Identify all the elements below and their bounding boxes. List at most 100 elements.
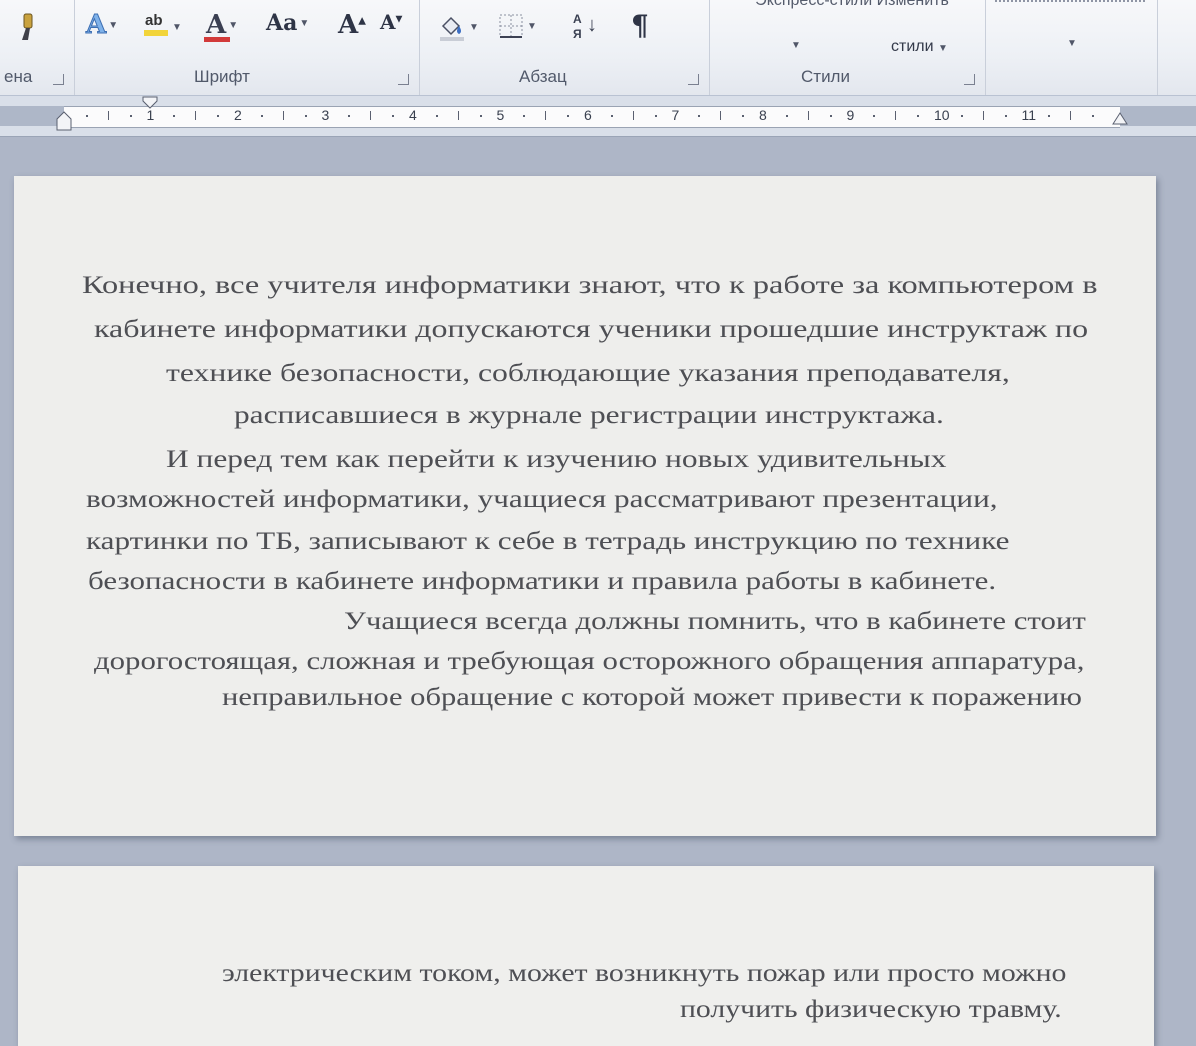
ruler-tick bbox=[545, 111, 547, 120]
ruler-dot bbox=[348, 115, 351, 117]
highlight-color-button[interactable]: ab ▼ bbox=[142, 12, 182, 42]
font-color-button[interactable]: A ▼ bbox=[204, 12, 239, 42]
ruler-tick bbox=[1070, 111, 1072, 120]
clipboard-dialog-launcher-icon[interactable] bbox=[53, 74, 64, 85]
grow-font-button[interactable]: A▲ bbox=[338, 12, 366, 38]
grow-font-icon: A▲ bbox=[338, 10, 366, 40]
format-painter-button[interactable] bbox=[12, 12, 42, 42]
change-styles-label: стили bbox=[891, 38, 934, 55]
quick-styles-button-label[interactable]: Экспресс-стили Изменить bbox=[699, 0, 1005, 10]
ruler-number: 7 bbox=[671, 107, 680, 123]
borders-button[interactable]: ▼ bbox=[497, 12, 537, 40]
first-line-indent-marker-icon[interactable] bbox=[141, 96, 159, 110]
ruler-dot bbox=[610, 115, 613, 117]
ruler-number: 2 bbox=[234, 107, 242, 123]
font-color-icon: A bbox=[204, 12, 230, 42]
paragraph-dialog-launcher-icon[interactable] bbox=[688, 74, 699, 85]
ruler-dot bbox=[435, 115, 438, 117]
ruler-dot bbox=[1092, 115, 1095, 117]
ruler-number: 3 bbox=[321, 107, 330, 123]
ruler-dot bbox=[173, 115, 176, 117]
ruler-dot bbox=[960, 115, 963, 117]
font-group: A ▼ ab ▼ A ▼ Aa ▼ A▲ A▼ Шрифт bbox=[74, 0, 420, 95]
document-text-line: расписавшиеся в журнале регистрации инст… bbox=[234, 402, 944, 429]
ruler-tick bbox=[807, 111, 809, 120]
document-text-line: получить физическую травму. bbox=[680, 996, 1062, 1023]
left-indent-marker-icon[interactable] bbox=[55, 110, 73, 132]
styles-group-label: Стили bbox=[801, 67, 850, 86]
document-text-line: безопасности в кабинете информатики и пр… bbox=[88, 568, 997, 595]
ruler-dot bbox=[129, 115, 132, 117]
clipboard-group: ена bbox=[0, 0, 75, 95]
document-text-line: возможностей информатики, учащиеся рассм… bbox=[86, 486, 998, 513]
ruler-dot bbox=[217, 115, 220, 117]
ruler-tick bbox=[982, 111, 984, 120]
paragraph-group: ▼ ▼ А Я ↓ ¶ Абзац bbox=[419, 0, 710, 95]
pilcrow-icon: ¶ bbox=[631, 9, 649, 42]
chevron-down-icon: ▼ bbox=[172, 21, 182, 33]
chevron-down-icon: ▼ bbox=[108, 19, 119, 31]
document-text-line: дорогостоящая, сложная и требующая остор… bbox=[94, 648, 1085, 675]
ruler-dot bbox=[742, 115, 745, 117]
ruler-dot bbox=[654, 115, 657, 117]
chevron-down-icon: ▼ bbox=[228, 19, 239, 31]
text-effects-icon: A bbox=[85, 10, 107, 40]
ruler-number: 9 bbox=[846, 107, 855, 123]
ruler-dot bbox=[479, 115, 482, 117]
ruler-dot bbox=[698, 115, 701, 117]
change-case-icon: Aa bbox=[266, 10, 298, 36]
ruler-tick bbox=[195, 111, 197, 120]
document-page-1[interactable]: Конечно, все учителя информатики знают, … bbox=[14, 176, 1156, 836]
ruler-text-area bbox=[64, 106, 1120, 128]
ruler-dot bbox=[1048, 115, 1051, 117]
styles-group: Экспресс-стили Изменить ▼ стили ▼ Стили bbox=[709, 0, 986, 95]
shrink-font-button[interactable]: A▼ bbox=[380, 12, 402, 32]
ruler-number: 11 bbox=[1021, 107, 1037, 123]
sort-icon: А Я ↓ bbox=[573, 12, 597, 41]
ruler-number: 6 bbox=[584, 107, 592, 123]
show-formatting-button[interactable]: ¶ bbox=[631, 12, 649, 40]
ruler-dot bbox=[260, 115, 263, 117]
change-styles-button[interactable]: стили ▼ bbox=[891, 38, 948, 56]
ruler-dot bbox=[829, 115, 832, 117]
quick-styles-chevron-down-icon[interactable]: ▼ bbox=[791, 40, 801, 51]
ruler-dot bbox=[392, 115, 395, 117]
document-text-line: Учащиеся всегда должны помнить, что в ка… bbox=[344, 608, 1086, 635]
editing-group: ▼ bbox=[985, 0, 1158, 95]
document-text-line: И перед тем как перейти к изучению новых… bbox=[166, 446, 947, 473]
borders-icon bbox=[499, 14, 523, 38]
ruler-number: 4 bbox=[409, 107, 417, 123]
shading-button[interactable]: ▼ bbox=[437, 12, 479, 42]
editing-chevron-down-icon[interactable]: ▼ bbox=[1067, 38, 1077, 49]
ruler-tick bbox=[282, 111, 284, 120]
font-group-label: Шрифт bbox=[194, 67, 250, 86]
ribbon: ена A ▼ ab ▼ A ▼ Aa ▼ A▲ A▼ Шрифт ▼ ▼ А … bbox=[0, 0, 1196, 96]
ruler-dot bbox=[85, 115, 88, 117]
ruler-tick bbox=[370, 111, 372, 120]
ruler-dot bbox=[873, 115, 876, 117]
chevron-down-icon: ▼ bbox=[938, 43, 948, 54]
ruler-number: 8 bbox=[759, 107, 767, 123]
change-case-button[interactable]: Aa ▼ bbox=[266, 12, 309, 34]
format-painter-icon bbox=[22, 13, 33, 40]
ruler-dot bbox=[917, 115, 920, 117]
sort-button[interactable]: А Я ↓ bbox=[571, 12, 601, 44]
highlight-icon: ab bbox=[142, 12, 170, 42]
document-text-line: картинки по ТБ, записывают к себе в тетр… bbox=[86, 528, 1010, 555]
document-text-line: кабинете информатики допускаются ученики… bbox=[94, 316, 1089, 343]
document-text-line: Конечно, все учителя информатики знают, … bbox=[82, 272, 1098, 299]
right-indent-marker-icon[interactable] bbox=[1111, 110, 1129, 126]
editing-top-decor bbox=[995, 0, 1145, 6]
document-text-line: технике безопасности, соблюдающие указан… bbox=[166, 360, 1010, 387]
ruler-tick bbox=[107, 111, 109, 120]
document-page-2[interactable]: электрическим током, может возникнуть по… bbox=[18, 866, 1154, 1046]
ruler-dot bbox=[523, 115, 526, 117]
chevron-down-icon: ▼ bbox=[469, 21, 479, 33]
styles-dialog-launcher-icon[interactable] bbox=[964, 74, 975, 85]
ruler-dot bbox=[304, 115, 307, 117]
ruler-number: 10 bbox=[934, 107, 950, 123]
font-dialog-launcher-icon[interactable] bbox=[398, 74, 409, 85]
text-effects-button[interactable]: A ▼ bbox=[85, 10, 119, 40]
chevron-down-icon: ▼ bbox=[527, 20, 537, 32]
horizontal-ruler[interactable]: 1 2 3 4 5 6 7 8 9 10 11 bbox=[0, 96, 1196, 137]
